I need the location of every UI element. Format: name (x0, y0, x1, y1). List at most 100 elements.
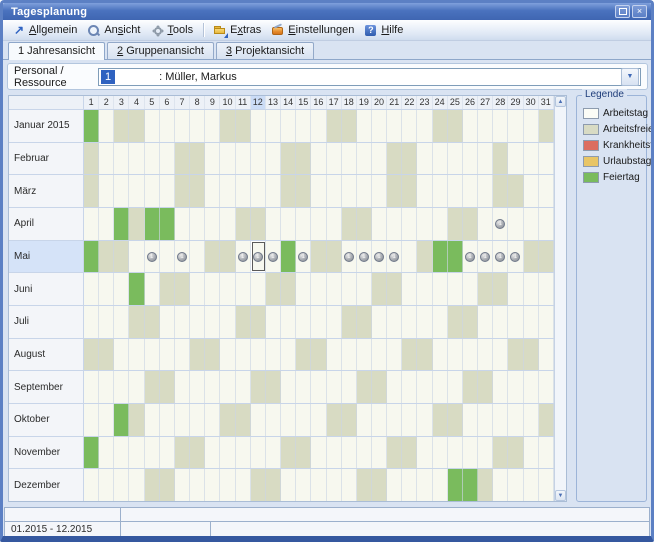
day-cell[interactable] (99, 404, 114, 436)
menu-item-ansicht[interactable]: Ansicht (84, 23, 145, 38)
day-cell[interactable] (114, 339, 129, 371)
day-cell[interactable] (311, 175, 326, 207)
day-cell[interactable] (493, 404, 508, 436)
day-cell[interactable] (84, 404, 99, 436)
day-cell[interactable] (327, 208, 342, 240)
day-cell[interactable] (463, 404, 478, 436)
day-cell[interactable] (387, 306, 402, 338)
day-cell[interactable] (266, 143, 281, 175)
day-cell[interactable] (402, 208, 417, 240)
day-cell[interactable] (296, 306, 311, 338)
day-cell[interactable] (372, 175, 387, 207)
day-cell[interactable] (417, 273, 432, 305)
menu-item-hilfe[interactable]: Hilfe (361, 23, 408, 38)
day-cell[interactable] (84, 241, 99, 273)
day-cell[interactable] (266, 404, 281, 436)
day-cell[interactable] (114, 241, 129, 273)
day-cell[interactable]: 1 (463, 241, 478, 273)
month-row-label[interactable]: Juni (9, 273, 84, 305)
day-cell[interactable] (190, 273, 205, 305)
day-cell[interactable] (145, 110, 160, 142)
day-cell[interactable] (539, 110, 554, 142)
day-cell[interactable] (266, 469, 281, 501)
day-header-14[interactable]: 14 (281, 96, 296, 109)
day-cell[interactable] (342, 306, 357, 338)
day-cell[interactable] (417, 371, 432, 403)
day-cell[interactable] (524, 175, 539, 207)
day-cell[interactable] (129, 437, 144, 469)
day-cell[interactable] (402, 469, 417, 501)
day-cell[interactable] (236, 208, 251, 240)
day-cell[interactable] (327, 143, 342, 175)
day-cell[interactable] (463, 273, 478, 305)
day-cell[interactable]: 1 (493, 208, 508, 240)
day-cell[interactable] (342, 273, 357, 305)
day-header-21[interactable]: 21 (387, 96, 402, 109)
day-cell[interactable]: 1 (508, 241, 523, 273)
day-cell[interactable] (508, 404, 523, 436)
day-cell[interactable] (327, 241, 342, 273)
day-cell[interactable] (190, 241, 205, 273)
day-cell[interactable] (160, 175, 175, 207)
day-cell[interactable] (160, 404, 175, 436)
day-cell[interactable] (114, 143, 129, 175)
day-cell[interactable]: 1 (296, 241, 311, 273)
day-cell[interactable] (160, 306, 175, 338)
event-badge-icon[interactable]: 1 (359, 252, 369, 262)
day-cell[interactable] (342, 404, 357, 436)
day-cell[interactable] (220, 208, 235, 240)
day-cell[interactable] (160, 469, 175, 501)
day-cell[interactable] (160, 241, 175, 273)
day-cell[interactable] (342, 371, 357, 403)
day-cell[interactable] (327, 273, 342, 305)
day-cell[interactable] (281, 404, 296, 436)
day-cell[interactable] (236, 371, 251, 403)
day-cell[interactable] (357, 339, 372, 371)
day-cell[interactable] (372, 437, 387, 469)
day-cell[interactable] (387, 469, 402, 501)
day-cell[interactable] (342, 175, 357, 207)
day-header-9[interactable]: 9 (205, 96, 220, 109)
day-cell[interactable] (311, 241, 326, 273)
month-row-label[interactable]: Oktober (9, 404, 84, 436)
day-cell[interactable] (433, 404, 448, 436)
day-cell[interactable] (508, 469, 523, 501)
day-cell[interactable] (357, 404, 372, 436)
day-cell[interactable] (493, 306, 508, 338)
day-cell[interactable] (99, 469, 114, 501)
day-cell[interactable] (463, 110, 478, 142)
day-cell[interactable] (205, 306, 220, 338)
day-cell[interactable] (433, 273, 448, 305)
day-cell[interactable] (251, 339, 266, 371)
day-header-15[interactable]: 15 (296, 96, 311, 109)
day-header-23[interactable]: 23 (417, 96, 432, 109)
day-cell[interactable] (448, 143, 463, 175)
month-row-label[interactable]: Juli (9, 306, 84, 338)
day-cell[interactable] (175, 273, 190, 305)
day-header-28[interactable]: 28 (493, 96, 508, 109)
day-cell[interactable] (114, 110, 129, 142)
day-cell[interactable] (478, 469, 493, 501)
day-cell[interactable] (372, 306, 387, 338)
day-cell[interactable] (129, 306, 144, 338)
day-cell[interactable] (524, 339, 539, 371)
day-cell[interactable] (190, 208, 205, 240)
event-badge-icon[interactable]: 1 (480, 252, 490, 262)
day-cell[interactable] (311, 437, 326, 469)
day-cell[interactable] (417, 339, 432, 371)
day-header-26[interactable]: 26 (463, 96, 478, 109)
day-cell[interactable] (236, 404, 251, 436)
day-cell[interactable] (508, 143, 523, 175)
day-cell[interactable] (190, 469, 205, 501)
day-cell[interactable] (463, 175, 478, 207)
day-cell[interactable] (175, 437, 190, 469)
day-cell[interactable] (99, 208, 114, 240)
day-cell[interactable] (387, 208, 402, 240)
day-cell[interactable] (160, 273, 175, 305)
day-cell[interactable] (236, 306, 251, 338)
day-cell[interactable]: 1 (342, 241, 357, 273)
day-cell[interactable] (493, 437, 508, 469)
day-cell[interactable] (539, 143, 554, 175)
month-row-label[interactable]: Dezember (9, 469, 84, 501)
day-cell[interactable] (508, 208, 523, 240)
